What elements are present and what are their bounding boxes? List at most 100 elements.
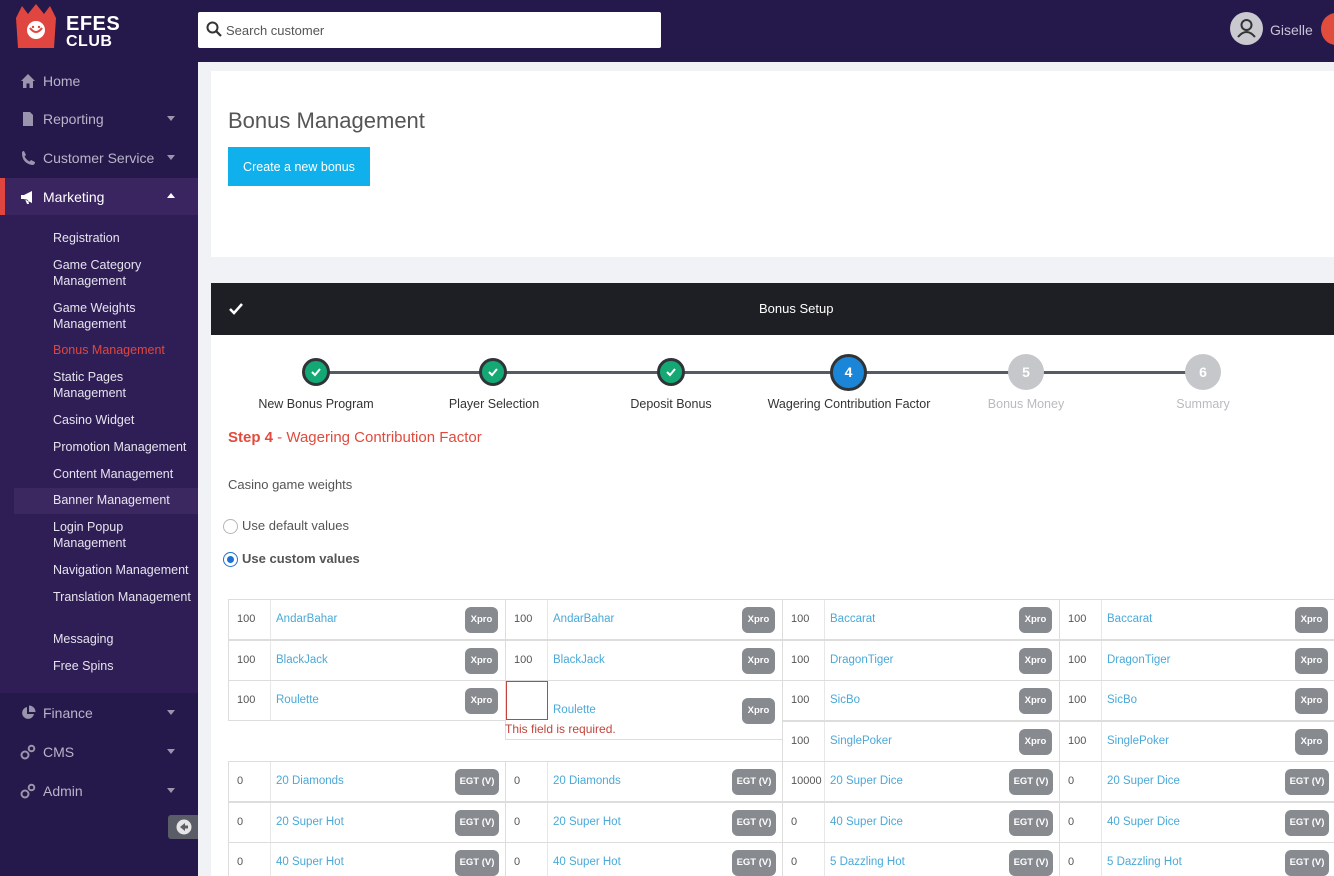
bonus-setup-bar[interactable]: Bonus Setup	[211, 283, 1334, 335]
use-custom-values-radio[interactable]	[223, 552, 238, 567]
sidebar-item-admin[interactable]: Admin	[0, 772, 198, 810]
game-name-link[interactable]: 20 Super Dice	[830, 775, 903, 787]
game-name-link[interactable]: 40 Super Dice	[830, 816, 903, 828]
submenu-banner-management[interactable]: Banner Management	[53, 492, 193, 508]
cogs-icon	[20, 744, 36, 760]
use-default-values-radio[interactable]	[223, 519, 238, 534]
step-3-indicator[interactable]	[657, 358, 685, 386]
game-weight-cell: 0 5 Dazzling Hot EGT (V)	[782, 842, 1060, 876]
game-name-link[interactable]: 20 Diamonds	[553, 775, 621, 787]
search-customer-input[interactable]	[226, 12, 656, 48]
submenu-messaging[interactable]: Messaging	[53, 631, 193, 647]
weight-input[interactable]: 0	[229, 762, 271, 801]
game-name-link[interactable]: BlackJack	[276, 654, 328, 666]
game-name-link[interactable]: 20 Diamonds	[276, 775, 344, 787]
submenu-translation-management[interactable]: Translation Management	[53, 589, 193, 605]
provider-badge: Xpro	[1295, 647, 1328, 674]
weight-input[interactable]: 100	[783, 721, 825, 761]
top-bar: EFES CLUB Giselle	[0, 0, 1334, 62]
game-name-link[interactable]: SicBo	[830, 694, 860, 706]
submenu-bonus-management[interactable]: Bonus Management	[53, 342, 193, 358]
weight-input[interactable]: 0	[1060, 843, 1102, 876]
weight-input[interactable]: 100	[1060, 681, 1102, 720]
weight-input[interactable]: 100	[506, 640, 548, 680]
step-1-indicator[interactable]	[302, 358, 330, 386]
game-name-link[interactable]: Roulette	[276, 694, 319, 706]
weight-input[interactable]: 0	[1060, 762, 1102, 801]
weight-input[interactable]: 100	[1060, 600, 1102, 639]
submenu-promotion-management[interactable]: Promotion Management	[53, 439, 193, 455]
sidebar-item-cms[interactable]: CMS	[0, 733, 198, 771]
sidebar-item-marketing[interactable]: Marketing	[0, 178, 198, 216]
game-name-link[interactable]: DragonTiger	[830, 654, 894, 666]
use-default-values-label[interactable]: Use default values	[242, 518, 349, 533]
weight-input[interactable]: 100	[506, 600, 548, 639]
efes-club-logo[interactable]: EFES CLUB	[14, 4, 120, 54]
weight-input[interactable]: 100	[229, 640, 271, 680]
game-name-link[interactable]: 20 Super Hot	[553, 816, 621, 828]
weight-input[interactable]: 0	[783, 843, 825, 876]
game-weight-cell: 100 AndarBahar Xpro	[228, 599, 506, 640]
game-name-link[interactable]: AndarBahar	[553, 613, 614, 625]
submenu-static-pages-management[interactable]: Static Pages Management	[53, 369, 193, 401]
provider-badge: Xpro	[1019, 607, 1052, 633]
weight-input[interactable]: 0	[506, 843, 548, 876]
submenu-game-weights-management[interactable]: Game Weights Management	[53, 300, 193, 332]
submenu-free-spins[interactable]: Free Spins	[53, 658, 193, 674]
game-name-link[interactable]: AndarBahar	[276, 613, 337, 625]
submenu-registration[interactable]: Registration	[53, 230, 193, 246]
step-4-indicator[interactable]: 4	[830, 354, 867, 391]
step-5-indicator[interactable]: 5	[1008, 354, 1044, 390]
cogs-icon	[20, 783, 36, 799]
weight-input[interactable]: 0	[229, 843, 271, 876]
game-name-link[interactable]: SinglePoker	[830, 735, 892, 747]
game-name-link[interactable]: Baccarat	[830, 613, 875, 625]
weight-input[interactable]: 0	[1060, 802, 1102, 842]
submenu-casino-widget[interactable]: Casino Widget	[53, 412, 193, 428]
game-name-link[interactable]: 20 Super Dice	[1107, 775, 1180, 787]
sidebar-item-home[interactable]: Home	[0, 62, 198, 100]
customer-search[interactable]	[198, 12, 661, 48]
game-name-link[interactable]: 5 Dazzling Hot	[830, 856, 905, 868]
weight-input[interactable]: 100	[783, 600, 825, 639]
game-name-link[interactable]: 40 Super Hot	[553, 856, 621, 868]
game-name-link[interactable]: 40 Super Dice	[1107, 816, 1180, 828]
weight-input[interactable]: 0	[506, 802, 548, 842]
weight-input[interactable]: 100	[783, 640, 825, 680]
weight-input[interactable]: 10000	[783, 762, 825, 801]
weight-input[interactable]: 100	[229, 681, 271, 720]
sidebar-item-reporting[interactable]: Reporting	[0, 100, 198, 138]
game-weight-cell: 100 Roulette Xpro	[228, 680, 506, 721]
step-2-indicator[interactable]	[479, 358, 507, 386]
submenu-navigation-management[interactable]: Navigation Management	[53, 562, 193, 578]
create-new-bonus-button[interactable]: Create a new bonus	[228, 147, 370, 186]
weight-input[interactable]: 0	[783, 802, 825, 842]
weight-input[interactable]: 0	[506, 762, 548, 801]
weight-input[interactable]: 100	[1060, 721, 1102, 761]
game-name-link[interactable]: SinglePoker	[1107, 735, 1169, 747]
weight-input-invalid[interactable]	[506, 681, 548, 720]
sidebar-collapse-button[interactable]	[168, 815, 198, 839]
weight-input[interactable]: 100	[229, 600, 271, 639]
step-6-indicator[interactable]: 6	[1185, 354, 1221, 390]
submenu-content-management[interactable]: Content Management	[53, 466, 193, 482]
game-name-link[interactable]: BlackJack	[553, 654, 605, 666]
sidebar-item-customer-service[interactable]: Customer Service	[0, 139, 198, 177]
sidebar-item-finance[interactable]: Finance	[0, 694, 198, 732]
logout-button[interactable]	[1321, 13, 1334, 45]
game-name-link[interactable]: SicBo	[1107, 694, 1137, 706]
submenu-login-popup-management[interactable]: Login Popup Management	[53, 519, 193, 551]
weight-input[interactable]: 100	[1060, 640, 1102, 680]
use-custom-values-label[interactable]: Use custom values	[242, 551, 360, 566]
provider-badge: EGT (V)	[732, 850, 776, 876]
game-name-link[interactable]: Baccarat	[1107, 613, 1152, 625]
game-name-link[interactable]: DragonTiger	[1107, 654, 1171, 666]
game-name-link[interactable]: Roulette	[553, 704, 596, 716]
submenu-game-category-management[interactable]: Game Category Management	[53, 257, 193, 289]
game-name-link[interactable]: 5 Dazzling Hot	[1107, 856, 1182, 868]
game-name-link[interactable]: 20 Super Hot	[276, 816, 344, 828]
game-name-link[interactable]: 40 Super Hot	[276, 856, 344, 868]
weight-input[interactable]: 0	[229, 802, 271, 842]
avatar[interactable]	[1230, 12, 1263, 45]
weight-input[interactable]: 100	[783, 681, 825, 720]
